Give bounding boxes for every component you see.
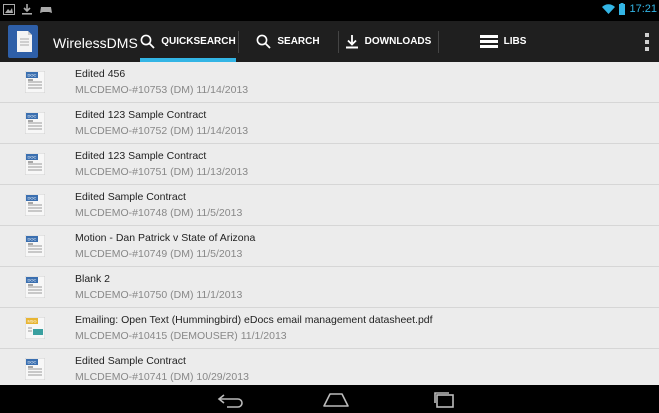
library-icon: [479, 35, 498, 48]
document-row[interactable]: DOC Edited 123 Sample Contract MLCDEMO-#10…: [0, 144, 659, 185]
document-row[interactable]: DOC Edited Sample Contract MLCDEMO-#10741 …: [0, 349, 659, 385]
overflow-dot: [645, 33, 649, 37]
document-subtitle: MLCDEMO-#10415 (DEMOUSER) 11/1/2013: [75, 330, 287, 342]
app-title: WirelessDMS: [53, 35, 138, 51]
tab-quicksearch[interactable]: QUICKSEARCH: [140, 21, 236, 62]
tab-downloads-label: DOWNLOADS: [364, 36, 432, 47]
recent-apps-icon[interactable]: [424, 387, 464, 411]
document-subtitle: MLCDEMO-#10748 (DM) 11/5/2013: [75, 207, 243, 219]
document-row[interactable]: DOC Edited 123 Sample Contract MLCDEMO-#10…: [0, 103, 659, 144]
document-row[interactable]: DOC Edited 456 MLCDEMO-#10753 (DM) 11/14/2…: [0, 62, 659, 103]
document-title: Emailing: Open Text (Hummingbird) eDocs …: [75, 314, 433, 326]
document-list[interactable]: DOC Edited 456 MLCDEMO-#10753 (DM) 11/14/2…: [0, 62, 659, 385]
doc-icon: DOC: [25, 358, 45, 380]
search-icon: [256, 34, 272, 49]
document-subtitle: MLCDEMO-#10749 (DM) 11/5/2013: [75, 248, 243, 260]
document-subtitle: MLCDEMO-#10741 (DM) 10/29/2013: [75, 371, 249, 383]
tab-search[interactable]: SEARCH: [240, 21, 336, 62]
action-bar: WirelessDMS QUICKSEARCH SEARCH DOWNLOADS…: [0, 21, 659, 63]
gamepad-notification-icon: [40, 6, 52, 13]
image-notification-icon: [3, 3, 15, 15]
document-type-label: DOC: [28, 196, 37, 201]
document-title: Edited 123 Sample Contract: [75, 150, 207, 162]
overflow-dot: [645, 40, 649, 44]
tab-search-label: SEARCH: [277, 36, 320, 47]
document-type-label: MSG: [27, 319, 36, 324]
document-row[interactable]: MSG Emailing: Open Text (Hummingbird) eDo…: [0, 308, 659, 349]
email-icon: MSG: [25, 317, 45, 339]
document-type-label: DOC: [28, 278, 37, 283]
document-type-label: DOC: [28, 360, 37, 365]
back-icon[interactable]: [212, 387, 252, 411]
home-icon[interactable]: [316, 387, 356, 411]
document-row[interactable]: DOC Motion - Dan Patrick v State of Arizo…: [0, 226, 659, 267]
doc-icon: DOC: [25, 235, 45, 257]
document-title: Edited Sample Contract: [75, 355, 186, 367]
doc-icon: DOC: [25, 153, 45, 175]
document-subtitle: MLCDEMO-#10750 (DM) 11/1/2013: [75, 289, 243, 301]
document-title: Edited Sample Contract: [75, 191, 186, 203]
download-notification-icon: [22, 4, 32, 15]
document-type-label: DOC: [28, 73, 37, 78]
document-title: Blank 2: [75, 273, 111, 285]
clock: 17:21: [629, 3, 657, 15]
wifi-icon: [602, 3, 616, 14]
document-type-label: DOC: [28, 155, 37, 160]
battery-icon: [619, 3, 626, 15]
document-subtitle: MLCDEMO-#10753 (DM) 11/14/2013: [75, 84, 249, 96]
tab-libs[interactable]: LIBS: [455, 21, 551, 62]
download-icon: [345, 35, 358, 49]
tab-downloads[interactable]: DOWNLOADS: [340, 21, 436, 62]
document-type-label: DOC: [28, 237, 37, 242]
overflow-menu-button[interactable]: [645, 33, 649, 51]
document-title: Motion - Dan Patrick v State of Arizona: [75, 232, 256, 244]
document-title: Edited 456: [75, 68, 126, 80]
document-subtitle: MLCDEMO-#10751 (DM) 11/13/2013: [75, 166, 249, 178]
app-logo-icon[interactable]: [8, 25, 38, 58]
doc-icon: DOC: [25, 112, 45, 134]
tab-libs-label: LIBS: [503, 36, 527, 47]
navigation-bar: [0, 385, 659, 413]
overflow-dot: [645, 47, 649, 51]
doc-icon: DOC: [25, 71, 45, 93]
tab-divider: [338, 31, 339, 53]
tab-quicksearch-label: QUICKSEARCH: [161, 36, 236, 47]
search-icon: [140, 34, 155, 49]
document-subtitle: MLCDEMO-#10752 (DM) 11/14/2013: [75, 125, 249, 137]
tab-divider: [238, 31, 239, 53]
document-type-label: DOC: [28, 114, 37, 119]
document-title: Edited 123 Sample Contract: [75, 109, 207, 121]
doc-icon: DOC: [25, 194, 45, 216]
document-row[interactable]: DOC Blank 2 MLCDEMO-#10750 (DM) 11/1/2013: [0, 267, 659, 308]
doc-icon: DOC: [25, 276, 45, 298]
status-bar: 17:21: [0, 0, 659, 21]
document-row[interactable]: DOC Edited Sample Contract MLCDEMO-#10748 …: [0, 185, 659, 226]
tab-divider: [438, 31, 439, 53]
